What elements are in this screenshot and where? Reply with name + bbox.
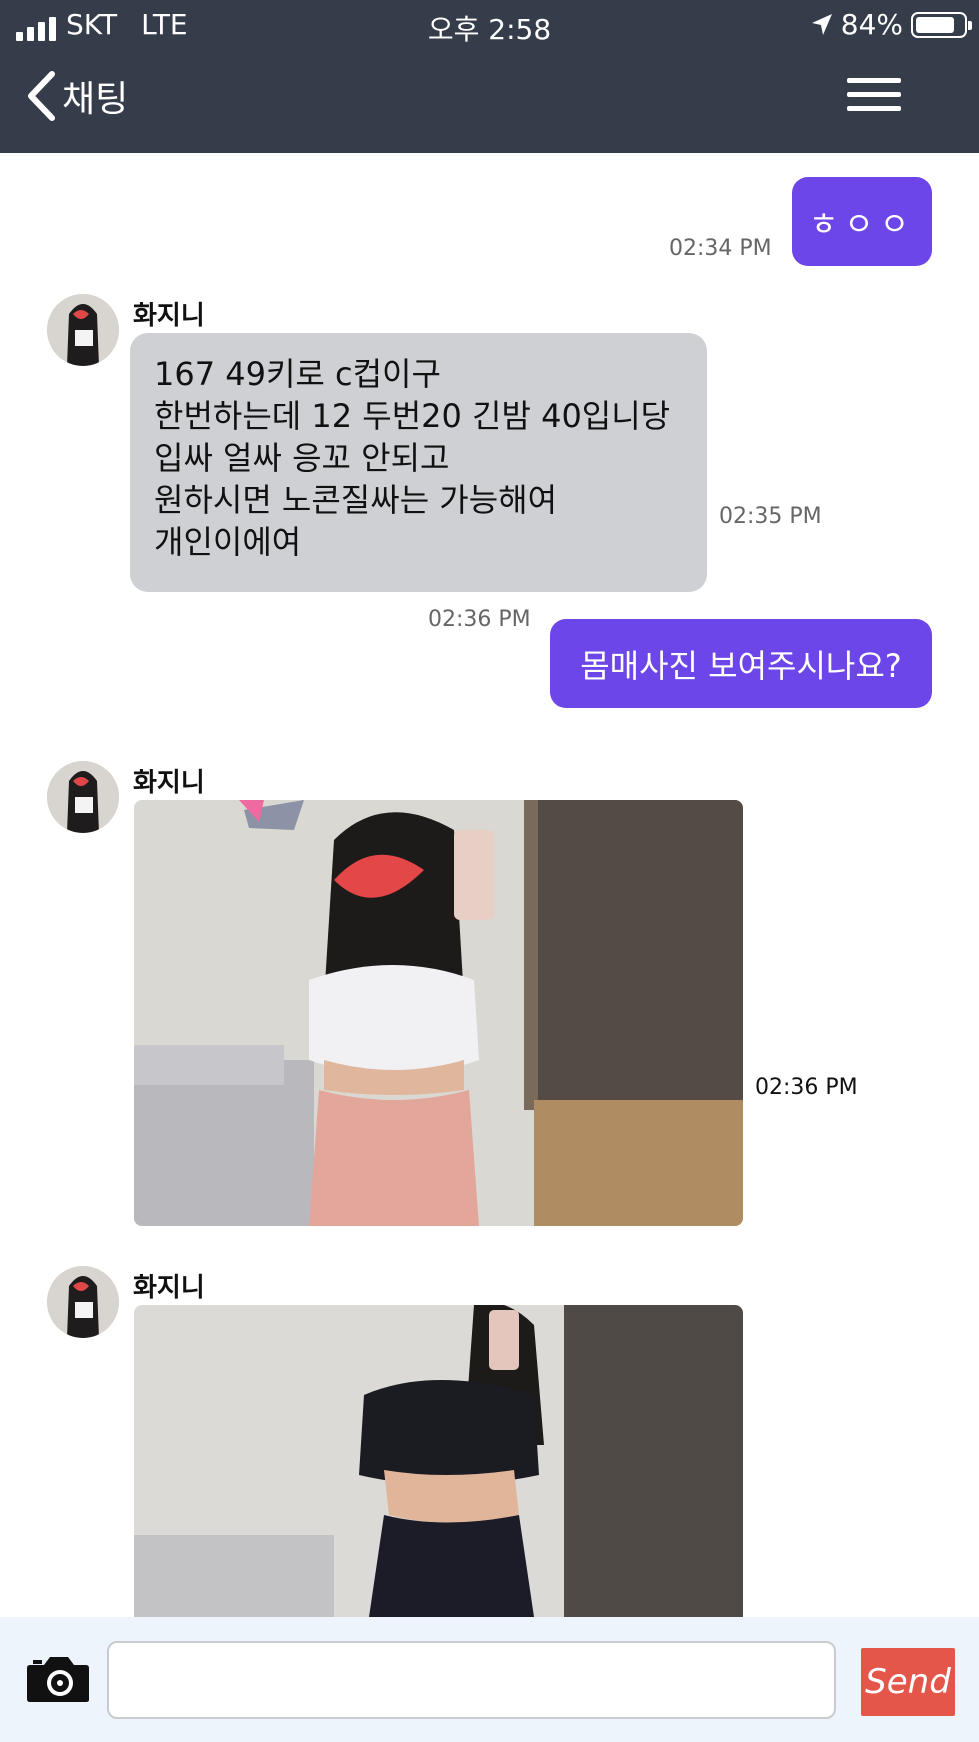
location-arrow-icon xyxy=(811,13,832,35)
outgoing-message[interactable]: ㅎㅇㅇ xyxy=(792,177,932,266)
message-time: 02:36 PM xyxy=(428,607,531,632)
message-line: 입싸 얼싸 응꼬 안되고 xyxy=(154,439,450,477)
message-line: 한번하는데 12 두번20 긴밤 40입니당 xyxy=(154,397,671,435)
chevron-left-icon xyxy=(28,71,55,121)
message-line: 167 49키로 c컵이구 xyxy=(154,355,441,393)
message-input[interactable] xyxy=(107,1641,836,1719)
message-time: 02:36 PM xyxy=(755,1075,858,1100)
status-bar: SKT LTE 오후 2:58 84% xyxy=(0,0,979,50)
mirror-selfie-photo xyxy=(134,800,743,1226)
message-line: 개인이에여 xyxy=(154,523,302,561)
outgoing-message[interactable]: 몸매사진 보여주시나요? xyxy=(550,619,932,708)
avatar[interactable] xyxy=(47,761,119,833)
sender-name: 화지니 xyxy=(133,768,205,798)
status-right: 84% xyxy=(811,8,972,41)
avatar[interactable] xyxy=(47,294,119,366)
photo-message[interactable] xyxy=(134,1305,743,1617)
nav-bar: 채팅 xyxy=(0,58,979,138)
page-title: 채팅 xyxy=(62,79,129,120)
avatar-photo xyxy=(47,761,119,833)
app-header: SKT LTE 오후 2:58 84% 채팅 xyxy=(0,0,979,153)
back-button[interactable]: 채팅 xyxy=(26,70,128,122)
chat-area[interactable]: 02:34 PM ㅎㅇㅇ 화지니 167 49키로 c컵이구 한번하는데 12 … xyxy=(0,153,979,1617)
avatar[interactable] xyxy=(47,1266,119,1338)
message-line: 원하시면 노콘질싸는 가능해여 xyxy=(154,481,558,519)
message-time: 02:34 PM xyxy=(669,236,772,261)
camera-icon-svg xyxy=(27,1657,89,1702)
sender-name: 화지니 xyxy=(133,301,205,331)
incoming-message[interactable]: 167 49키로 c컵이구 한번하는데 12 두번20 긴밤 40입니당 입싸 … xyxy=(130,333,707,592)
composer-bar: Send xyxy=(0,1617,979,1742)
send-button[interactable]: Send xyxy=(861,1648,955,1716)
hamburger-menu-icon[interactable] xyxy=(847,78,901,118)
mirror-selfie-photo xyxy=(134,1305,743,1617)
battery-icon xyxy=(911,11,972,38)
photo-message[interactable] xyxy=(134,800,743,1226)
camera-icon[interactable] xyxy=(26,1655,90,1707)
avatar-photo xyxy=(47,1266,119,1338)
sender-name: 화지니 xyxy=(133,1273,205,1303)
battery-percent: 84% xyxy=(840,8,903,41)
avatar-photo xyxy=(47,294,119,366)
message-time: 02:35 PM xyxy=(719,504,822,529)
